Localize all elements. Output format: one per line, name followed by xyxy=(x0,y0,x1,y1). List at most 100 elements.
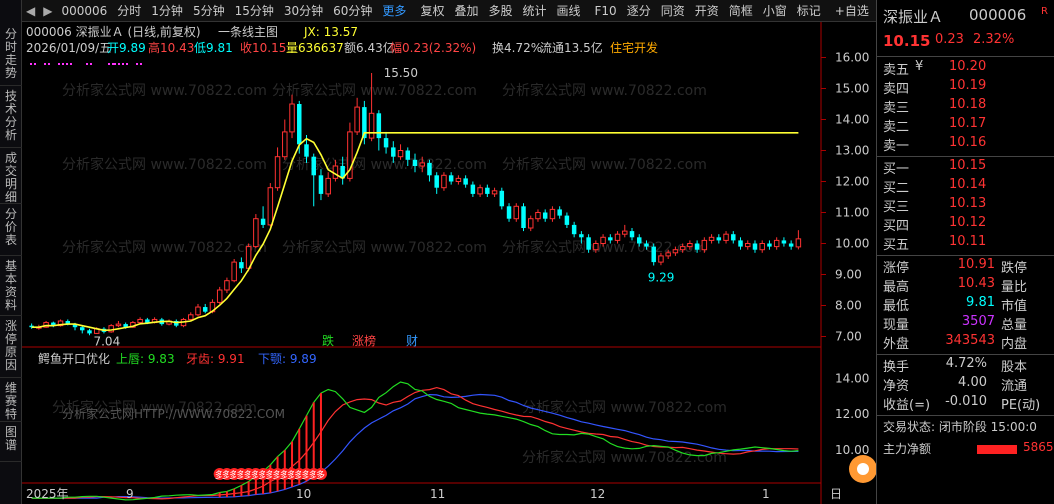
sub-tick-label: 12.00 xyxy=(835,407,869,421)
toolbar-item-4[interactable]: 30分钟 xyxy=(279,0,328,22)
toolbar-item-17[interactable]: 小窗 xyxy=(758,0,792,22)
toolbar-item-0[interactable]: 分时 xyxy=(112,0,146,22)
price-pct: 2.32% xyxy=(973,32,1015,47)
signal-dot xyxy=(58,63,60,65)
stat-value: 9.81 xyxy=(966,295,995,310)
amount-value: 额6.43亿 xyxy=(344,40,395,55)
left-tab-label: 涨停原因 xyxy=(4,319,17,372)
signal-dot xyxy=(48,63,50,65)
toolbar-item-1[interactable]: 1分钟 xyxy=(146,0,188,22)
sector-tag: 住宅开发 xyxy=(610,40,658,55)
bid-price: 10.14 xyxy=(949,177,987,192)
candle-body xyxy=(586,237,591,250)
candle-body xyxy=(571,224,577,235)
toolbar-item-13[interactable]: 逐分 xyxy=(622,0,656,22)
candle-body xyxy=(708,236,715,241)
candle-body xyxy=(679,246,686,251)
left-tab-7[interactable]: 图谱 xyxy=(0,422,22,462)
candle-body xyxy=(448,175,454,182)
watermark-text: 分析家公式网 www.70822.com xyxy=(502,156,707,173)
toolbar-item-2[interactable]: 5分钟 xyxy=(188,0,230,22)
price-tick-label: 10.00 xyxy=(835,237,869,251)
price-change: 0.23 xyxy=(935,32,964,47)
ask-label: 卖四 xyxy=(883,82,910,97)
price-tick-label: 14.00 xyxy=(835,113,869,127)
toolbar-item-8[interactable]: 叠加 xyxy=(449,0,483,22)
divider xyxy=(877,56,1054,57)
left-tab-3[interactable]: 分价表 xyxy=(0,204,22,256)
toolbar-item-10[interactable]: 统计 xyxy=(517,0,551,22)
signal-dot xyxy=(140,63,142,65)
candle-body xyxy=(419,162,425,167)
ask-label: 卖三 xyxy=(883,101,910,116)
candle-body xyxy=(485,187,490,194)
toolbar-item-7[interactable]: 复权 xyxy=(415,0,449,22)
candle-body xyxy=(311,156,316,176)
time-axis-label: 日 xyxy=(830,487,842,501)
teeth-value: 牙齿: 9.91 xyxy=(186,352,245,366)
candle-body xyxy=(376,113,382,139)
stat-label-2: 股本 xyxy=(1001,360,1028,375)
toolbar-item-19[interactable]: +自选 xyxy=(830,0,874,22)
kline-chart[interactable]: 分析家公式网 www.70822.com 分析家公式网 www.70822.com… xyxy=(22,22,876,504)
toolbar-item-18[interactable]: 标记 xyxy=(792,0,826,22)
candle-body xyxy=(405,150,411,160)
candle-body xyxy=(658,255,664,263)
left-tab-label: 分时走势 xyxy=(4,27,17,80)
event-marker: 财 xyxy=(406,334,418,348)
watermark-text: 分析家公式网 www.70822.com xyxy=(282,239,487,256)
candle-body xyxy=(325,177,331,195)
stat-label-2: PE(动) xyxy=(1001,398,1041,413)
ask-row: 卖五 ¥10.20 xyxy=(877,59,1054,78)
candle-body xyxy=(564,215,570,225)
signal-dot xyxy=(62,63,64,65)
stat-label: 换手 xyxy=(883,360,910,375)
stat-value: 343543 xyxy=(945,333,995,348)
back-arrow-icon[interactable]: ◀ xyxy=(22,0,39,22)
divider xyxy=(877,415,1054,416)
left-tab-6[interactable]: 维赛特 xyxy=(0,378,22,422)
candle-body xyxy=(368,112,375,139)
quote-panel: 深振业Ａ 000006 R 10.15 0.23 2.32% 卖五 ¥10.20 卖四 10.19… xyxy=(876,0,1054,504)
candle-body xyxy=(506,206,512,219)
left-tab-2[interactable]: 成交明细 xyxy=(0,148,22,204)
toolbar-item-3[interactable]: 15分钟 xyxy=(230,0,279,22)
candle-body xyxy=(593,243,599,251)
toolbar-item-16[interactable]: 简框 xyxy=(724,0,758,22)
bid-price: 10.15 xyxy=(949,158,987,173)
stat-value: 10.43 xyxy=(957,276,995,291)
candle-body xyxy=(491,190,498,195)
toolbar-item-11[interactable]: 画线 xyxy=(552,0,586,22)
watermark-text: 分析家公式网 www.70822.com xyxy=(502,82,707,99)
toolbar-item-15[interactable]: 开资 xyxy=(690,0,724,22)
candle-body xyxy=(354,106,360,133)
ask-label: 卖一 xyxy=(883,139,910,154)
toolbar-item-14[interactable]: 同资 xyxy=(656,0,690,22)
quote-name-row: 深振业Ａ 000006 R xyxy=(877,6,1054,28)
left-tab-0[interactable]: 分时走势 xyxy=(0,24,22,86)
main-flow-row: 主力净额 5865 xyxy=(877,440,1054,459)
time-axis-label: 1 xyxy=(762,487,770,501)
candle-body xyxy=(694,243,700,250)
forward-arrow-icon[interactable]: ▶ xyxy=(39,0,56,22)
candle-body xyxy=(216,289,223,303)
candle-body xyxy=(391,147,396,157)
candle-body xyxy=(527,218,534,229)
toolbar-item-6[interactable]: 更多 xyxy=(377,0,411,22)
left-tab-4[interactable]: 基本资料 xyxy=(0,256,22,316)
left-tab-5[interactable]: 涨停原因 xyxy=(0,316,22,378)
high-annotation: 15.50 xyxy=(384,66,418,80)
stat-row: 涨停 10.91 跌停 xyxy=(877,257,1054,276)
stock-code: 000006 xyxy=(969,6,1027,24)
divider xyxy=(877,255,1054,256)
toolbar-item-9[interactable]: 多股 xyxy=(483,0,517,22)
price-tick-label: 15.00 xyxy=(835,82,869,96)
candle-body xyxy=(608,237,613,241)
ask-price: 10.16 xyxy=(949,135,987,150)
stat-row: 现量 3507 总量 xyxy=(877,314,1054,333)
top-toolbar: ◀ ▶ 000006 分时 1分钟 5分钟 15分钟 30分钟 60分钟 更多 复权 叠加 多股 统计… xyxy=(22,0,903,22)
left-tab-1[interactable]: 技术分析 xyxy=(0,86,22,148)
float-value: 流通13.5亿 xyxy=(540,40,603,55)
toolbar-item-5[interactable]: 60分钟 xyxy=(328,0,377,22)
toolbar-item-12[interactable]: F10 xyxy=(590,0,622,22)
